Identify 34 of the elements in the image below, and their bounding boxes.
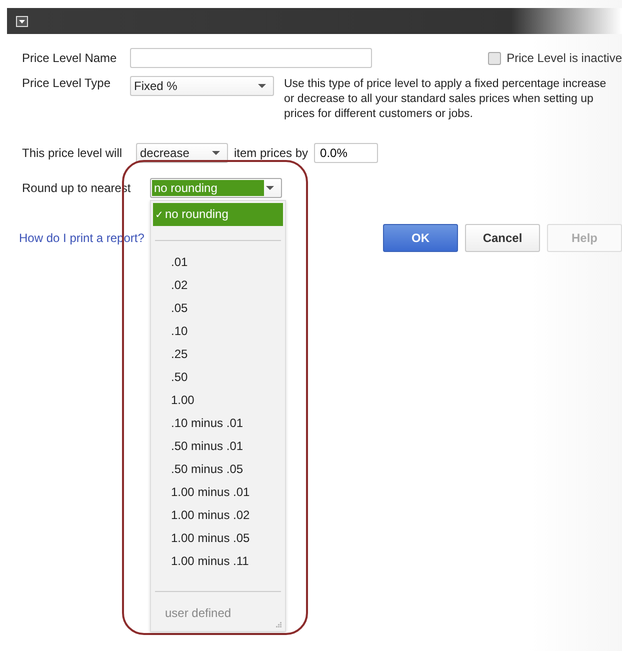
dropdown-option[interactable]: .50 minus .05 — [159, 458, 277, 481]
dropdown-option[interactable]: 1.00 minus .05 — [159, 527, 277, 550]
direction-dropdown[interactable]: decrease — [136, 143, 228, 163]
caret-icon — [212, 151, 220, 155]
name-label: Price Level Name — [22, 51, 118, 65]
dropdown-option[interactable]: 1.00 minus .11 — [159, 550, 277, 573]
resize-grip-icon[interactable] — [275, 621, 282, 628]
dropdown-option[interactable]: .05 — [159, 297, 277, 320]
dropdown-option[interactable]: .50 — [159, 366, 277, 389]
name-field[interactable] — [130, 48, 372, 68]
check-mark: ✓ — [155, 210, 163, 221]
description-text: Use this type of price level to apply a fixed percentage increase or decrease to all your standard sales prices when setting up prices for different customers or jobs. — [284, 77, 608, 122]
inactive-label: Price Level is inactive — [506, 51, 622, 65]
dropdown-option[interactable]: .10 minus .01 — [159, 412, 277, 435]
dropdown-option[interactable]: .01 — [159, 251, 277, 274]
caret-icon — [258, 84, 266, 88]
dropdown-option[interactable]: .50 minus .01 — [159, 435, 277, 458]
type-dropdown[interactable]: Fixed % — [130, 76, 274, 96]
type-label: Price Level Type — [22, 76, 112, 90]
caret-icon — [266, 186, 274, 190]
dropdown-option[interactable]: .02 — [159, 274, 277, 297]
dropdown-option[interactable]: 1.00 — [159, 389, 277, 412]
dropdown-option[interactable]: .10 — [159, 320, 277, 343]
dialog-button[interactable]: OK — [383, 224, 458, 252]
dropdown-option[interactable]: .25 — [159, 343, 277, 366]
rounding-dropdown[interactable]: no rounding — [150, 178, 282, 198]
dialog-button[interactable]: Cancel — [465, 224, 540, 252]
percent-field[interactable]: 0.0% — [314, 143, 378, 163]
dropdown-option[interactable]: 1.00 minus .01 — [159, 481, 277, 504]
menu-icon[interactable] — [16, 16, 28, 26]
adjust-label: This price level will — [22, 146, 124, 160]
dropdown-option[interactable]: ✓ no rounding — [153, 203, 283, 226]
item-prices-label: item prices by — [234, 146, 308, 160]
dropdown-option[interactable]: 1.00 minus .02 — [159, 504, 277, 527]
